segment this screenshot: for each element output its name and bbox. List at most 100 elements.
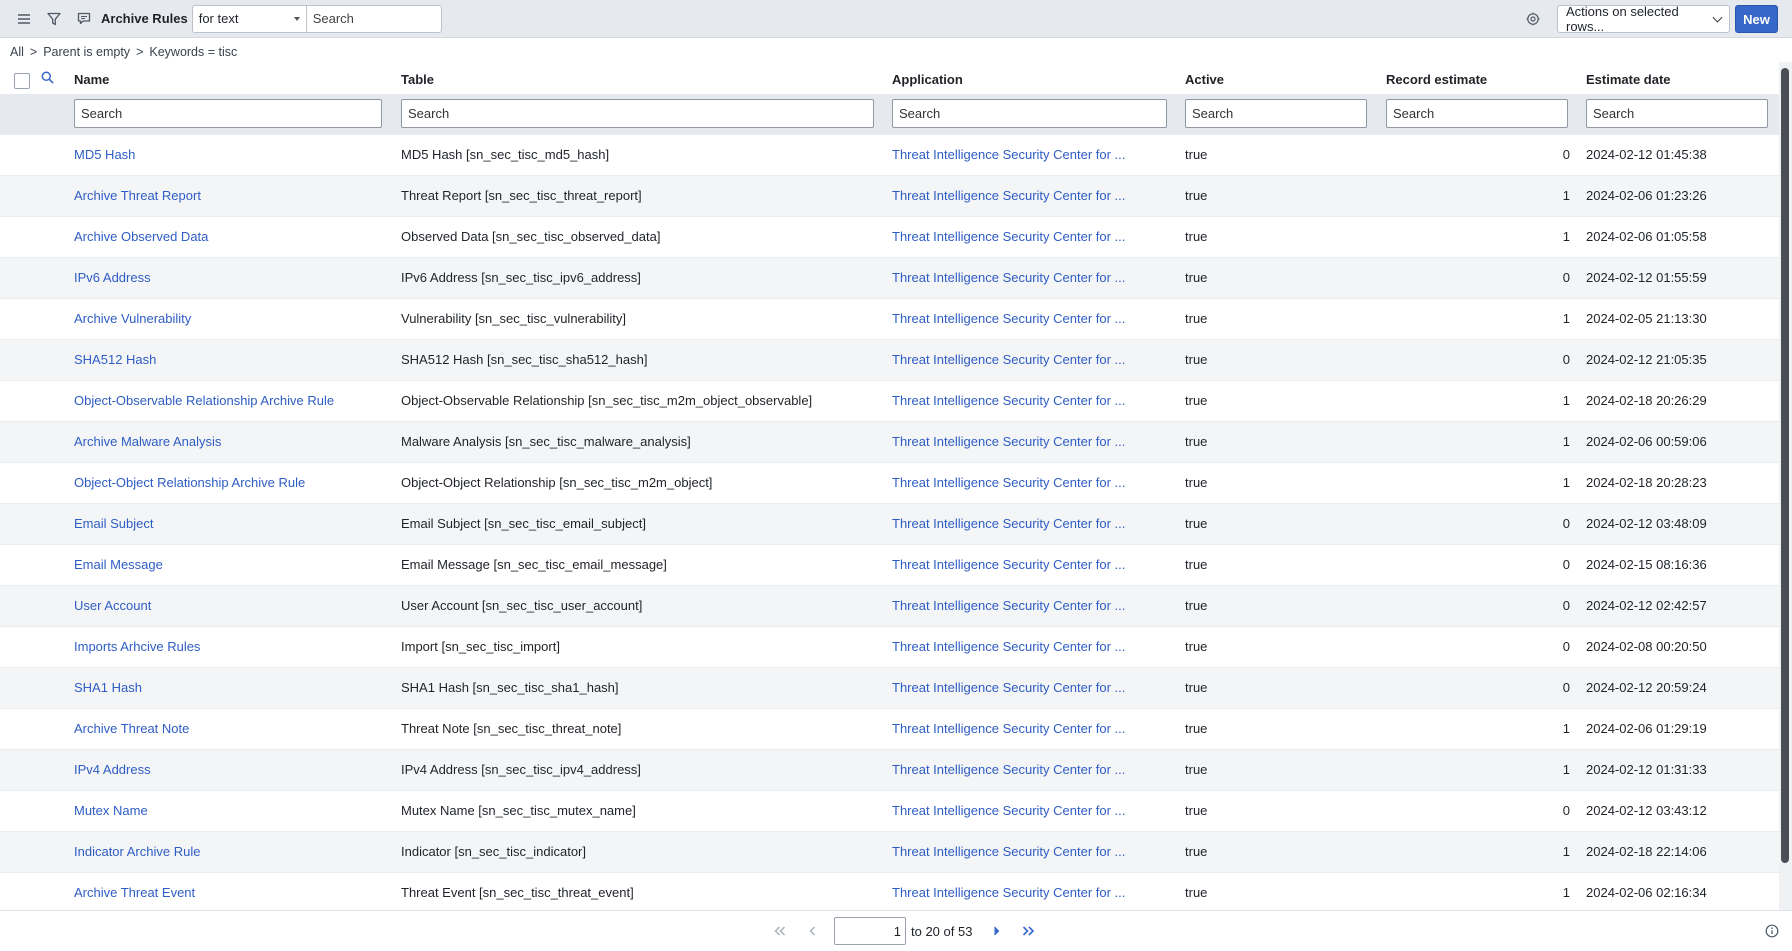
record-name-link[interactable]: Mutex Name xyxy=(74,803,148,818)
application-link[interactable]: Threat Intelligence Security Center for … xyxy=(892,516,1125,531)
record-estimate-cell: 1 xyxy=(1562,762,1570,777)
hamburger-menu-icon[interactable] xyxy=(15,10,33,28)
application-link[interactable]: Threat Intelligence Security Center for … xyxy=(892,762,1125,777)
record-name-link[interactable]: SHA512 Hash xyxy=(74,352,156,367)
application-link[interactable]: Threat Intelligence Security Center for … xyxy=(892,352,1125,367)
funnel-icon[interactable] xyxy=(45,10,63,28)
active-search-input[interactable] xyxy=(1185,99,1367,128)
column-header-table[interactable]: Table xyxy=(401,72,434,87)
name-search-input[interactable] xyxy=(74,99,382,128)
actions-select[interactable]: Actions on selected rows... xyxy=(1557,4,1730,34)
next-page-icon[interactable] xyxy=(986,921,1006,941)
application-link[interactable]: Threat Intelligence Security Center for … xyxy=(892,229,1125,244)
table-row: Archive Threat Event Threat Event [sn_se… xyxy=(0,872,1779,913)
breadcrumb: All > Parent is empty > Keywords = tisc xyxy=(10,45,237,59)
table-cell: IPv4 Address [sn_sec_tisc_ipv4_address] xyxy=(401,762,641,777)
new-button[interactable]: New xyxy=(1735,5,1778,33)
breadcrumb-item-parent[interactable]: Parent is empty xyxy=(43,45,130,59)
column-header-application[interactable]: Application xyxy=(892,72,963,87)
record-name-link[interactable]: SHA1 Hash xyxy=(74,680,142,695)
column-header-active[interactable]: Active xyxy=(1185,72,1224,87)
table-row: SHA512 Hash SHA512 Hash [sn_sec_tisc_sha… xyxy=(0,339,1779,380)
estimate-date-search-input[interactable] xyxy=(1586,99,1768,128)
record-name-link[interactable]: User Account xyxy=(74,598,151,613)
record-estimate-cell: 0 xyxy=(1562,516,1570,531)
record-name-link[interactable]: Archive Threat Note xyxy=(74,721,189,736)
table-cell: Object-Observable Relationship [sn_sec_t… xyxy=(401,393,813,408)
application-link[interactable]: Threat Intelligence Security Center for … xyxy=(892,680,1125,695)
table-cell: User Account [sn_sec_tisc_user_account] xyxy=(401,598,643,613)
record-estimate-search-input[interactable] xyxy=(1386,99,1568,128)
record-name-link[interactable]: IPv4 Address xyxy=(74,762,151,777)
record-name-link[interactable]: Email Subject xyxy=(74,516,153,531)
record-name-link[interactable]: Email Message xyxy=(74,557,163,572)
record-name-link[interactable]: Archive Vulnerability xyxy=(74,311,191,326)
record-estimate-cell: 0 xyxy=(1562,270,1570,285)
record-name-link[interactable]: Archive Malware Analysis xyxy=(74,434,221,449)
scrollbar-thumb[interactable] xyxy=(1781,68,1789,863)
table-body: MD5 Hash MD5 Hash [sn_sec_tisc_md5_hash]… xyxy=(0,134,1779,913)
record-name-link[interactable]: Object-Observable Relationship Archive R… xyxy=(74,393,334,408)
record-name-link[interactable]: Imports Arhcive Rules xyxy=(74,639,200,654)
application-link[interactable]: Threat Intelligence Security Center for … xyxy=(892,721,1125,736)
estimate-date-cell: 2024-02-12 21:05:35 xyxy=(1586,352,1707,367)
application-link[interactable]: Threat Intelligence Security Center for … xyxy=(892,393,1125,408)
pagination-footer: to 20 of 53 xyxy=(0,910,1792,951)
record-name-link[interactable]: Archive Threat Report xyxy=(74,188,201,203)
active-cell: true xyxy=(1185,885,1208,900)
active-cell: true xyxy=(1185,475,1208,490)
breadcrumb-item-keywords[interactable]: Keywords = tisc xyxy=(149,45,237,59)
column-header-name[interactable]: Name xyxy=(74,72,109,87)
table-cell: Threat Report [sn_sec_tisc_threat_report… xyxy=(401,188,642,203)
table-row: IPv6 Address IPv6 Address [sn_sec_tisc_i… xyxy=(0,257,1779,298)
application-link[interactable]: Threat Intelligence Security Center for … xyxy=(892,311,1125,326)
page-number-input[interactable] xyxy=(834,917,906,945)
select-all-checkbox[interactable] xyxy=(14,73,30,89)
record-name-link[interactable]: Indicator Archive Rule xyxy=(74,844,200,859)
record-name-link[interactable]: IPv6 Address xyxy=(74,270,151,285)
list-search-input[interactable] xyxy=(306,4,442,33)
previous-page-icon[interactable] xyxy=(802,921,822,941)
column-header-estimate-date[interactable]: Estimate date xyxy=(1586,72,1671,87)
application-link[interactable]: Threat Intelligence Security Center for … xyxy=(892,270,1125,285)
table-row: Email Message Email Message [sn_sec_tisc… xyxy=(0,544,1779,585)
table-row: Archive Vulnerability Vulnerability [sn_… xyxy=(0,298,1779,339)
application-link[interactable]: Threat Intelligence Security Center for … xyxy=(892,475,1125,490)
application-link[interactable]: Threat Intelligence Security Center for … xyxy=(892,557,1125,572)
breadcrumb-item-all[interactable]: All xyxy=(10,45,24,59)
table-row: Archive Malware Analysis Malware Analysi… xyxy=(0,421,1779,462)
estimate-date-cell: 2024-02-08 00:20:50 xyxy=(1586,639,1707,654)
last-page-icon[interactable] xyxy=(1018,921,1038,941)
first-page-icon[interactable] xyxy=(770,921,790,941)
application-link[interactable]: Threat Intelligence Security Center for … xyxy=(892,844,1125,859)
record-name-link[interactable]: Archive Threat Event xyxy=(74,885,195,900)
table-cell: Malware Analysis [sn_sec_tisc_malware_an… xyxy=(401,434,691,449)
active-cell: true xyxy=(1185,721,1208,736)
record-estimate-cell: 0 xyxy=(1562,598,1570,613)
application-link[interactable]: Threat Intelligence Security Center for … xyxy=(892,885,1125,900)
active-cell: true xyxy=(1185,311,1208,326)
chat-bubble-icon[interactable] xyxy=(75,10,93,28)
page-title: Archive Rules xyxy=(101,11,188,26)
info-icon[interactable] xyxy=(1765,924,1779,943)
search-icon[interactable] xyxy=(41,71,54,89)
application-link[interactable]: Threat Intelligence Security Center for … xyxy=(892,147,1125,162)
record-name-link[interactable]: Archive Observed Data xyxy=(74,229,208,244)
record-estimate-cell: 1 xyxy=(1562,885,1570,900)
estimate-date-cell: 2024-02-06 01:29:19 xyxy=(1586,721,1707,736)
application-link[interactable]: Threat Intelligence Security Center for … xyxy=(892,803,1125,818)
application-link[interactable]: Threat Intelligence Security Center for … xyxy=(892,188,1125,203)
record-estimate-cell: 0 xyxy=(1562,557,1570,572)
active-cell: true xyxy=(1185,188,1208,203)
search-field-select[interactable]: for text xyxy=(191,4,307,33)
record-name-link[interactable]: MD5 Hash xyxy=(74,147,135,162)
column-header-record-estimate[interactable]: Record estimate xyxy=(1386,72,1487,87)
application-link[interactable]: Threat Intelligence Security Center for … xyxy=(892,639,1125,654)
application-link[interactable]: Threat Intelligence Security Center for … xyxy=(892,598,1125,613)
table-search-input[interactable] xyxy=(401,99,874,128)
table-cell: Observed Data [sn_sec_tisc_observed_data… xyxy=(401,229,661,244)
application-search-input[interactable] xyxy=(892,99,1167,128)
record-name-link[interactable]: Object-Object Relationship Archive Rule xyxy=(74,475,305,490)
gear-icon[interactable] xyxy=(1521,7,1545,31)
application-link[interactable]: Threat Intelligence Security Center for … xyxy=(892,434,1125,449)
